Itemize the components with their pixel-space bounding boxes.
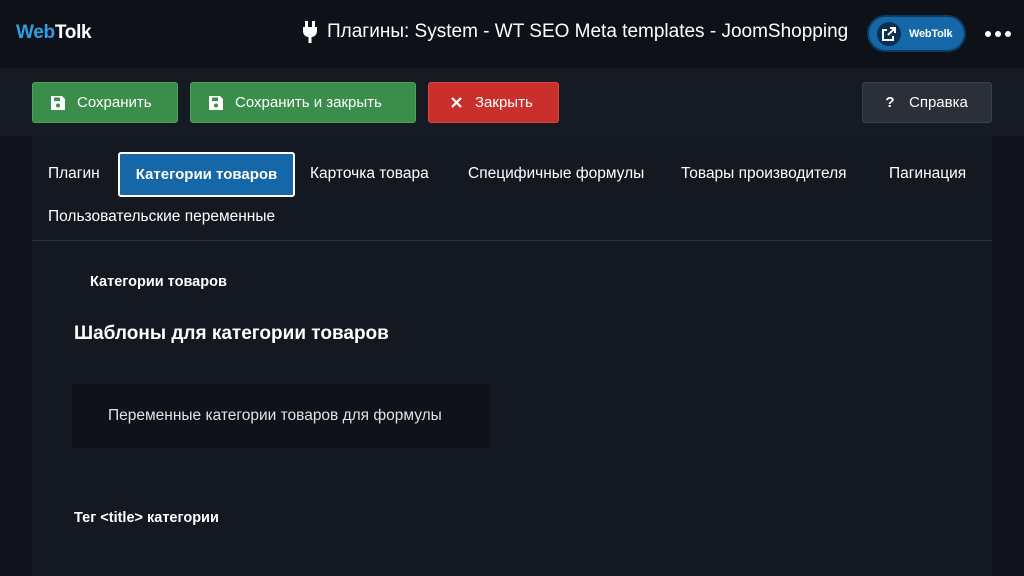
- floppy-disk-icon: [51, 95, 65, 110]
- close-button[interactable]: Закрыть: [428, 82, 559, 123]
- tab-product-categories[interactable]: Категории товаров: [118, 152, 295, 197]
- help-button[interactable]: ? Справка: [862, 82, 992, 123]
- external-link-icon: [877, 21, 901, 46]
- tab-divider: [32, 240, 992, 241]
- toolbar: Сохранить Сохранить и закрыть Закрыть ? …: [0, 68, 1024, 136]
- close-icon: [449, 96, 463, 110]
- variables-toggle-button[interactable]: Переменные категории товаров для формулы: [72, 384, 490, 448]
- page-title: Плагины: System - WT SEO Meta templates …: [302, 21, 848, 43]
- tab-pagination[interactable]: Пагинация: [889, 165, 966, 183]
- tab-plugin[interactable]: Плагин: [48, 165, 100, 183]
- site-button-label: WebTolk: [909, 27, 953, 40]
- app-header: WebTolk Плагины: System - WT SEO Meta te…: [0, 0, 1024, 68]
- question-icon: ?: [885, 94, 895, 111]
- tab-bar: Плагин Категории товаров Карточка товара…: [32, 152, 992, 242]
- tab-manufacturer-products[interactable]: Товары производителя: [681, 165, 847, 183]
- content-panel: Плагин Категории товаров Карточка товара…: [32, 136, 992, 576]
- logo-web-text: Web: [16, 22, 55, 43]
- help-button-label: Справка: [909, 94, 968, 111]
- section-tag: Категории товаров: [90, 274, 227, 290]
- tab-product-card[interactable]: Карточка товара: [310, 165, 429, 183]
- more-dots-icon[interactable]: [985, 24, 1011, 44]
- floppy-disk-icon: [209, 95, 223, 110]
- close-button-label: Закрыть: [475, 94, 533, 111]
- logo-tolk-text: Tolk: [54, 22, 92, 43]
- save-button[interactable]: Сохранить: [32, 82, 178, 123]
- webtolk-site-button[interactable]: WebTolk: [867, 15, 966, 52]
- save-and-close-button-label: Сохранить и закрыть: [235, 94, 382, 111]
- webtolk-logo[interactable]: WebTolk: [16, 22, 92, 44]
- tab-custom-variables[interactable]: Пользовательские переменные: [48, 208, 275, 226]
- plug-icon: [303, 21, 317, 43]
- page-title-text: Плагины: System - WT SEO Meta templates …: [327, 21, 849, 42]
- title-tag-field-label: Тег <title> категории: [74, 510, 219, 526]
- tab-specific-formulas[interactable]: Специфичные формулы: [468, 165, 644, 183]
- section-title: Шаблоны для категории товаров: [74, 323, 389, 344]
- save-and-close-button[interactable]: Сохранить и закрыть: [190, 82, 416, 123]
- save-button-label: Сохранить: [77, 94, 152, 111]
